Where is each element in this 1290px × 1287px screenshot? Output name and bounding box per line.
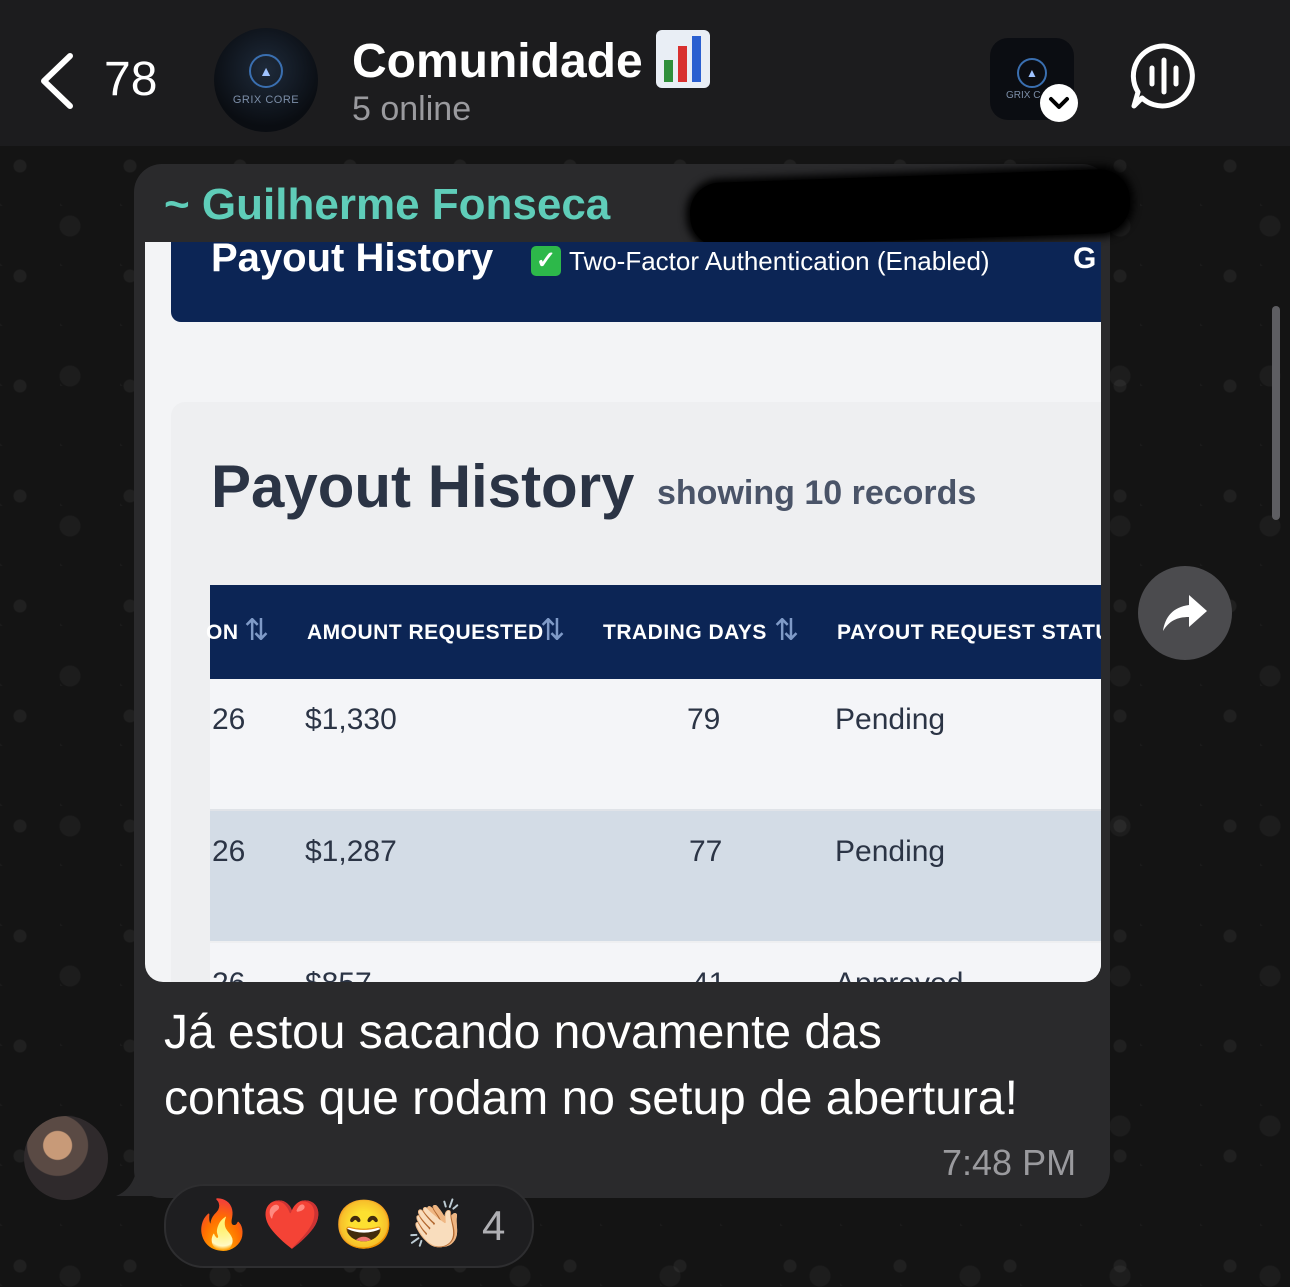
- column-header: AMOUNT REQUESTED: [307, 621, 544, 644]
- chat-title[interactable]: Comunidade: [352, 34, 643, 89]
- fire-reaction[interactable]: 🔥: [192, 1198, 252, 1254]
- voice-chat-icon[interactable]: [1130, 42, 1198, 110]
- logo-icon: ▲: [1017, 58, 1047, 88]
- table-cell: $1,330: [305, 703, 397, 736]
- table-row: 26 $1,287 77 Pending: [210, 811, 1101, 941]
- sender-avatar[interactable]: [24, 1116, 108, 1200]
- sort-icon: ⇅: [244, 614, 270, 647]
- banner-cut-text: G: [1073, 242, 1097, 275]
- card-title: Payout History: [211, 453, 635, 520]
- table-header: ON ⇅ AMOUNT REQUESTED ⇅ TRADING DAYS ⇅ P…: [206, 585, 1101, 679]
- grin-reaction[interactable]: 😄: [334, 1198, 394, 1254]
- banner-title: Payout History: [211, 242, 494, 280]
- avatar-logo-text: GRIX C: [1006, 90, 1041, 101]
- group-avatar[interactable]: ▲ GRIX CORE: [214, 28, 318, 132]
- chevron-down-icon[interactable]: [1040, 84, 1078, 122]
- sort-icon: ⇅: [540, 614, 566, 647]
- table-cell: 26: [212, 967, 245, 982]
- table-cell: 41: [692, 967, 725, 982]
- logo-icon: ▲: [249, 54, 283, 88]
- chat-header: 78 ▲ GRIX CORE Comunidade 5 online ▲ GRI…: [0, 0, 1290, 146]
- chevron-left-icon[interactable]: [36, 52, 76, 110]
- column-header: PAYOUT REQUEST STATU: [837, 621, 1101, 644]
- screenshot-banner: Payout History ✓ Two-Factor Authenticati…: [171, 242, 1101, 322]
- attached-image[interactable]: Payout History ✓ Two-Factor Authenticati…: [145, 242, 1101, 982]
- heart-reaction[interactable]: ❤️: [262, 1198, 322, 1254]
- message-line: contas que rodam no setup de abertura!: [164, 1072, 1018, 1125]
- table-row: 26 $857 41 Approved: [210, 943, 1101, 982]
- table-cell: $857: [305, 967, 372, 982]
- message-text: Já estou sacando novamente das contas qu…: [164, 1000, 1094, 1132]
- message-line: Já estou sacando novamente das: [164, 1006, 882, 1059]
- sort-icon: ⇅: [774, 614, 800, 647]
- clap-reaction[interactable]: 👏🏻: [406, 1198, 466, 1254]
- column-header: TRADING DAYS: [603, 621, 767, 644]
- table-cell: Pending: [835, 703, 946, 736]
- card-subtitle: showing 10 records: [657, 474, 977, 512]
- table-cell: Pending: [835, 835, 946, 868]
- table-cell: $1,287: [305, 835, 397, 868]
- reaction-count: 4: [482, 1202, 506, 1249]
- table-cell: 26: [212, 703, 246, 736]
- message-time: 7:48 PM: [942, 1142, 1077, 1183]
- avatar-logo-text: GRIX CORE: [232, 94, 300, 106]
- share-button[interactable]: [1138, 566, 1232, 660]
- table-row: 26 $1,330 79 Pending: [210, 679, 1101, 811]
- table-cell: Approved: [835, 967, 963, 982]
- column-header: ON: [206, 621, 239, 644]
- unread-count[interactable]: 78: [104, 52, 157, 107]
- table-cell: 79: [687, 703, 721, 736]
- table-cell: 77: [689, 835, 723, 868]
- online-status: 5 online: [352, 90, 472, 128]
- reactions-bar[interactable]: 🔥 ❤️ 😄 👏🏻 4: [164, 1184, 534, 1268]
- table-cell: 26: [212, 835, 246, 868]
- sender-name[interactable]: ~ Guilherme Fonseca: [164, 180, 610, 230]
- check-icon: ✓: [531, 246, 561, 276]
- banner-2fa-text: Two-Factor Authentication (Enabled): [569, 246, 990, 276]
- scrollbar[interactable]: [1272, 306, 1280, 520]
- share-arrow-icon: [1163, 595, 1207, 631]
- bar-chart-emoji-icon: [656, 30, 710, 88]
